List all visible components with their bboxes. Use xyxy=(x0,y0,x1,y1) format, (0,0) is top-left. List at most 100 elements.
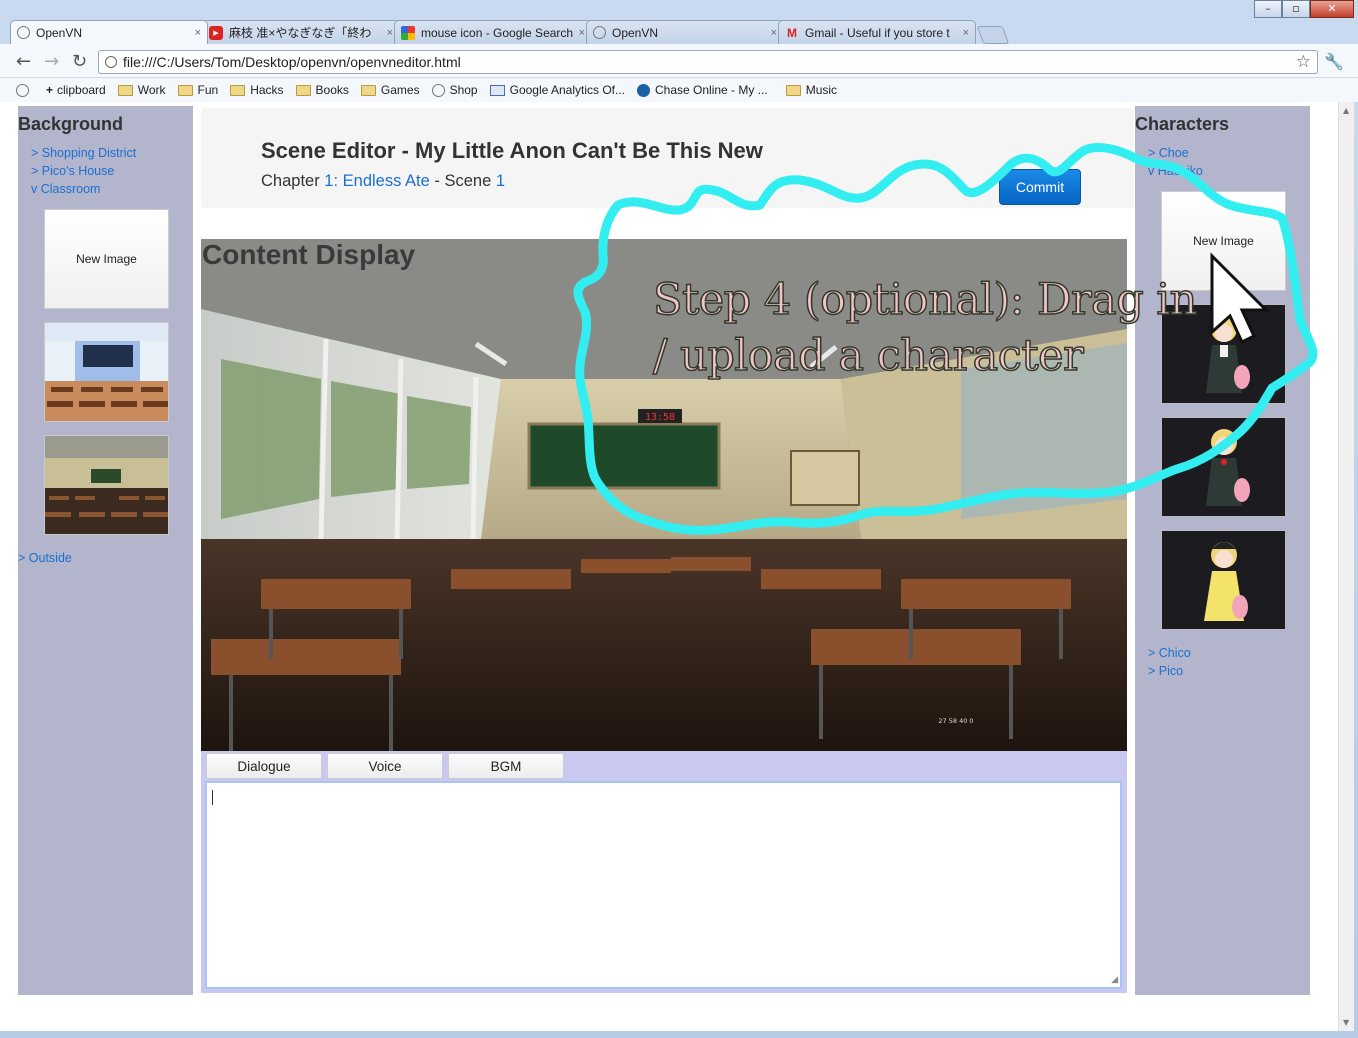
scene-header: Scene Editor - My Little Anon Can't Be T… xyxy=(201,108,1134,208)
page-icon xyxy=(105,56,117,68)
editor-tab-bar: Dialogue Voice BGM xyxy=(201,751,1127,781)
scroll-up-icon[interactable]: ▲ xyxy=(1343,106,1349,115)
bookmark-label: Games xyxy=(380,83,420,97)
new-tab-button[interactable] xyxy=(976,26,1010,44)
tab-close-icon[interactable]: × xyxy=(579,27,585,39)
tab-dialogue[interactable]: Dialogue xyxy=(206,753,322,779)
window-controls: – ▫ ✕ xyxy=(1254,0,1354,18)
tree-item-hachiko[interactable]: v Hachiko xyxy=(1148,162,1203,180)
dialogue-textarea[interactable]: ◢ xyxy=(205,781,1122,989)
folder-icon xyxy=(177,84,193,96)
wrench-icon[interactable]: 🔧 xyxy=(1324,52,1344,71)
window-frame-bottom xyxy=(0,1031,1358,1038)
globe-icon xyxy=(593,26,606,39)
bookmark-fun[interactable]: Fun xyxy=(177,83,219,97)
chapter-link[interactable]: 1: Endless Ate xyxy=(324,172,430,190)
bookmark-games[interactable]: Games xyxy=(360,83,420,97)
globe-icon xyxy=(16,83,29,97)
bookmark-hacks[interactable]: Hacks xyxy=(230,83,284,97)
folder-icon xyxy=(117,84,133,96)
bookmark-apps[interactable] xyxy=(16,83,34,97)
tree-item-choe[interactable]: > Choe xyxy=(1148,144,1203,162)
reload-icon[interactable]: ↻ xyxy=(72,51,87,72)
tab-openvn[interactable]: OpenVN × xyxy=(10,20,208,44)
content-display-label: Content Display xyxy=(202,239,416,270)
tab-close-icon[interactable]: × xyxy=(963,27,969,39)
scroll-down-icon[interactable]: ▼ xyxy=(1343,1018,1349,1027)
character-sprite-2 xyxy=(1206,429,1250,506)
bookmark-label: Music xyxy=(805,83,838,97)
folder-icon xyxy=(295,84,311,96)
back-arrow-icon[interactable]: ← xyxy=(16,51,31,72)
bookmark-label: Fun xyxy=(197,83,219,97)
scene-prefix: - Scene xyxy=(434,172,492,190)
tab-label: 麻枝 准×やなぎなぎ「終わ xyxy=(229,26,372,40)
folder-icon xyxy=(230,84,246,96)
globe-icon xyxy=(431,83,445,97)
tab-close-icon[interactable]: × xyxy=(195,27,201,39)
bookmark-label: Chase Online - My ... xyxy=(655,83,768,97)
tab-strip: OpenVN × ▶ 麻枝 准×やなぎなぎ「終わ × mouse icon - … xyxy=(10,20,1010,44)
character-thumbnail-2[interactable] xyxy=(1161,417,1286,517)
classroom-thumbnail-1[interactable] xyxy=(44,322,169,422)
text-caret xyxy=(212,790,213,805)
browser-window: – ▫ ✕ OpenVN × ▶ 麻枝 准×やなぎなぎ「終わ × mouse i… xyxy=(0,0,1358,1038)
url-text: file:///C:/Users/Tom/Desktop/openvn/open… xyxy=(123,54,461,70)
commit-button[interactable]: Commit xyxy=(999,169,1081,205)
address-bar[interactable]: file:///C:/Users/Tom/Desktop/openvn/open… xyxy=(98,50,1318,74)
tab-youtube[interactable]: ▶ 麻枝 准×やなぎなぎ「終わ × xyxy=(202,20,400,44)
page-viewport: Background > Shopping District > Pico's … xyxy=(0,102,1338,1031)
folder-icon xyxy=(360,84,376,96)
chapter-prefix: Chapter xyxy=(261,172,320,190)
background-title: Background xyxy=(18,114,124,134)
minimize-button[interactable]: – xyxy=(1254,0,1282,18)
bookmark-books[interactable]: Books xyxy=(295,83,349,97)
step-line-2: / upload a character xyxy=(652,330,1084,382)
bookmark-star-icon[interactable]: ☆ xyxy=(1296,51,1311,73)
background-panel: Background > Shopping District > Pico's … xyxy=(18,106,193,995)
resize-grip-icon[interactable]: ◢ xyxy=(1111,975,1118,985)
tab-bgm[interactable]: BGM xyxy=(448,753,564,779)
bookmark-label: Work xyxy=(137,83,166,97)
globe-icon xyxy=(17,26,30,39)
tab-close-icon[interactable]: × xyxy=(771,27,777,39)
tab-voice[interactable]: Voice xyxy=(327,753,443,779)
tab-gmail[interactable]: M Gmail - Useful if you store t × xyxy=(778,20,976,44)
characters-title: Characters xyxy=(1135,114,1230,134)
classroom-image-2 xyxy=(45,436,168,534)
tab-close-icon[interactable]: × xyxy=(387,27,393,39)
tab-label: Gmail - Useful if you store t xyxy=(805,25,950,40)
new-image-button[interactable]: New Image xyxy=(44,209,169,309)
tree-item-picos-house[interactable]: > Pico's House xyxy=(31,162,136,180)
tab-google-search[interactable]: mouse icon - Google Search × xyxy=(394,20,592,44)
bookmark-work[interactable]: Work xyxy=(117,83,166,97)
youtube-icon: ▶ xyxy=(209,25,223,40)
bookmark-chase[interactable]: Chase Online - My ... xyxy=(637,83,768,97)
bookmark-label: Books xyxy=(315,83,349,97)
tree-item-chico[interactable]: > Chico xyxy=(1148,644,1191,662)
vertical-scrollbar[interactable]: ▲ ▼ xyxy=(1338,102,1354,1031)
scene-corner-text: 27 58 40 0 xyxy=(938,717,973,725)
folder-icon xyxy=(785,84,801,96)
close-window-button[interactable]: ✕ xyxy=(1310,0,1354,18)
classroom-thumbnail-2[interactable] xyxy=(44,435,169,535)
scene-link[interactable]: 1 xyxy=(496,172,505,190)
tab-openvn-2[interactable]: OpenVN × xyxy=(586,20,784,44)
maximize-button[interactable]: ▫ xyxy=(1282,0,1310,18)
tree-item-outside[interactable]: > Outside xyxy=(18,549,72,567)
bookmark-shop[interactable]: Shop xyxy=(431,83,478,97)
tree-item-pico[interactable]: > Pico xyxy=(1148,662,1191,680)
bookmark-analytics[interactable]: Google Analytics Of... xyxy=(489,83,625,97)
character-thumbnail-3[interactable] xyxy=(1161,530,1286,630)
bookmark-music[interactable]: Music xyxy=(785,83,838,97)
bookmarks-bar: + clipboard Work Fun Hacks Books Games Sh… xyxy=(0,78,1358,102)
tree-item-shopping-district[interactable]: > Shopping District xyxy=(31,144,136,162)
tab-label: mouse icon - Google Search xyxy=(421,25,574,40)
tree-item-classroom[interactable]: v Classroom xyxy=(31,180,136,198)
gmail-icon: M xyxy=(787,25,797,40)
characters-panel: Characters > Choe v Hachiko New Image > … xyxy=(1135,106,1310,995)
tab-label: OpenVN xyxy=(36,25,83,40)
analytics-icon xyxy=(489,84,505,96)
bookmark-clipboard[interactable]: + clipboard xyxy=(46,83,106,97)
forward-arrow-icon[interactable]: → xyxy=(44,51,59,72)
